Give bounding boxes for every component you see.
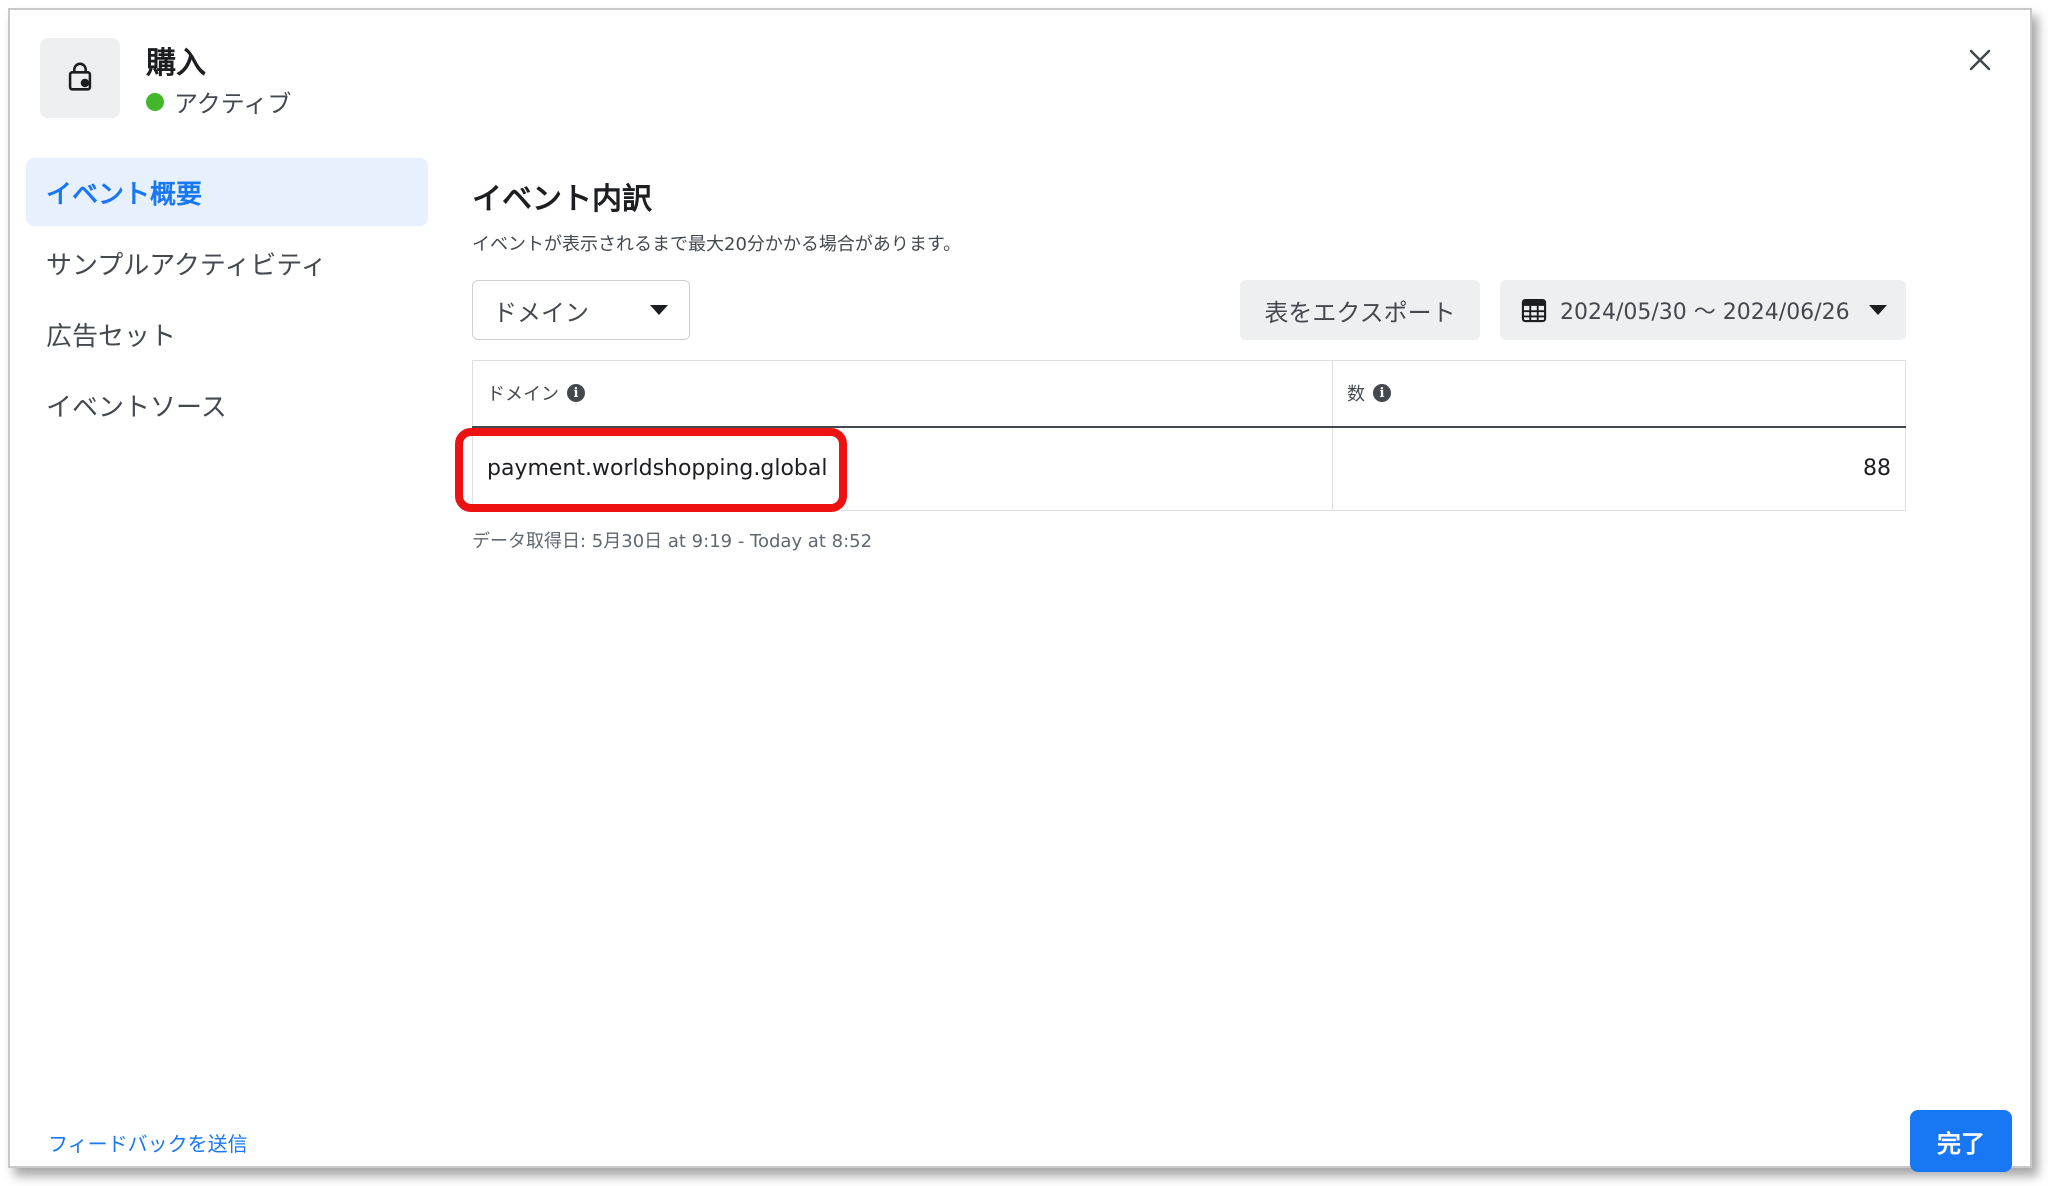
- event-details-dialog: 購入 アクティブ イベント概要 サンプルアクティビティ 広告セット イベントソー…: [8, 8, 2032, 1172]
- calendar-icon: [1521, 299, 1547, 323]
- breakdown-dropdown-value: ドメイン: [493, 298, 589, 327]
- table-toolbar: ドメイン 表をエクスポート 2024/05/30 ～ 2024/06/26: [472, 280, 1906, 340]
- nav-item-event-overview[interactable]: イベント概要: [26, 158, 428, 226]
- sidebar-nav: イベント概要 サンプルアクティビティ 広告セット イベントソース: [26, 158, 428, 442]
- column-header-count: 数 i: [1332, 360, 1906, 428]
- info-icon[interactable]: i: [1373, 384, 1391, 403]
- breakdown-dropdown[interactable]: ドメイン: [472, 280, 690, 340]
- caret-down-icon: [650, 305, 668, 315]
- count-cell: 88: [1332, 426, 1906, 511]
- domain-cell: payment.worldshopping.global: [455, 427, 1333, 512]
- close-icon: [1969, 49, 1991, 71]
- domain-value: payment.worldshopping.global: [487, 456, 828, 482]
- main-content: イベント内訳 イベントが表示されるまで最大20分かかる場合があります。 ドメイン…: [455, 170, 1906, 553]
- date-range-value: 2024/05/30 ～ 2024/06/26: [1560, 300, 1850, 325]
- done-button[interactable]: 完了: [1910, 1110, 2012, 1172]
- export-table-button[interactable]: 表をエクスポート: [1240, 280, 1480, 340]
- data-retrieved-text: データ取得日: 5月30日 at 9:19 - Today at 8:52: [472, 531, 873, 552]
- nav-item-sample-activity[interactable]: サンプルアクティビティ: [26, 229, 428, 297]
- status-indicator: アクティブ: [146, 84, 291, 119]
- column-header-domain: ドメイン i: [472, 360, 1333, 428]
- column-header-label: ドメイン: [487, 384, 559, 406]
- status-dot-icon: [146, 92, 164, 111]
- close-button[interactable]: [1960, 40, 2000, 80]
- table-header-row: ドメイン i 数 i: [472, 360, 1906, 428]
- caret-down-icon: [1869, 305, 1887, 315]
- nav-item-event-sources[interactable]: イベントソース: [26, 371, 428, 439]
- table-row: payment.worldshopping.global 88: [455, 426, 1906, 512]
- event-breakdown-table: ドメイン i 数 i payment.worldshopping.global …: [455, 360, 1906, 512]
- column-header-label: 数: [1347, 384, 1365, 406]
- send-feedback-link[interactable]: フィードバックを送信: [48, 1128, 248, 1157]
- status-label: アクティブ: [174, 90, 292, 118]
- nav-item-ad-sets[interactable]: 広告セット: [26, 300, 428, 368]
- section-title: イベント内訳: [472, 182, 652, 217]
- dialog-title: 購入: [146, 46, 206, 81]
- section-description: イベントが表示されるまで最大20分かかる場合があります。: [472, 234, 962, 255]
- info-icon[interactable]: i: [567, 384, 585, 403]
- date-range-picker[interactable]: 2024/05/30 ～ 2024/06/26: [1500, 280, 1906, 340]
- shopping-bag-icon: [40, 38, 120, 118]
